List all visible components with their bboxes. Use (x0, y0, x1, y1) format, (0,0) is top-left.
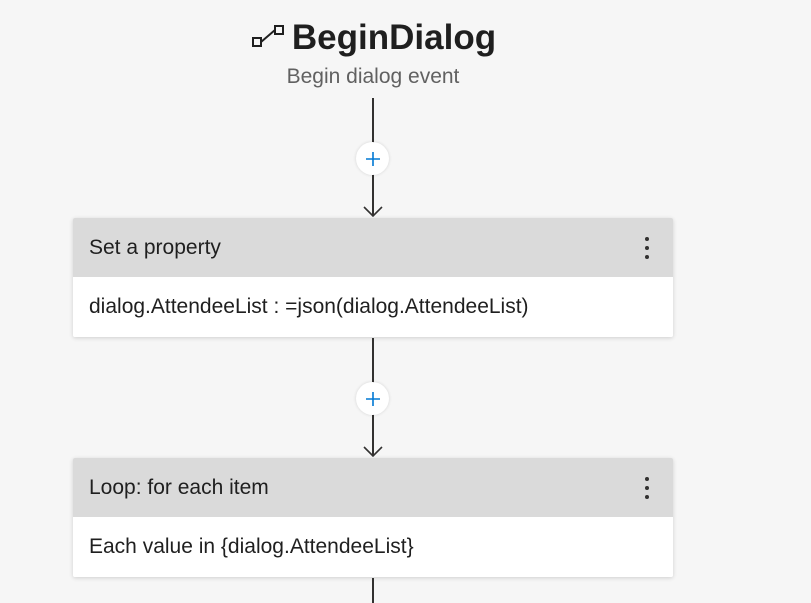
action-card-foreach[interactable]: Loop: for each item Each value in {dialo… (73, 458, 673, 577)
more-vertical-icon[interactable] (637, 233, 657, 263)
connector-line (372, 578, 374, 603)
card-header: Loop: for each item (73, 458, 673, 517)
trigger-subtitle: Begin dialog event (286, 65, 460, 88)
trigger-node[interactable]: BeginDialog Begin dialog event (0, 14, 746, 90)
card-body: dialog.AttendeeList : =json(dialog.Atten… (73, 277, 673, 337)
arrow-down-icon (363, 206, 383, 218)
add-action-button[interactable] (356, 142, 389, 175)
action-card-set-property[interactable]: Set a property dialog.AttendeeList : =js… (73, 218, 673, 337)
trigger-title: BeginDialog (291, 18, 497, 57)
plus-icon (365, 391, 380, 406)
arrow-down-icon (363, 446, 383, 458)
card-title: Loop: for each item (89, 475, 269, 499)
card-body: Each value in {dialog.AttendeeList} (73, 517, 673, 577)
plus-icon (365, 151, 380, 166)
add-action-button[interactable] (356, 382, 389, 415)
more-vertical-icon[interactable] (637, 473, 657, 503)
trigger-title-row: BeginDialog (250, 14, 496, 62)
card-title: Set a property (89, 235, 221, 259)
begin-dialog-icon (251, 25, 284, 47)
card-header: Set a property (73, 218, 673, 277)
